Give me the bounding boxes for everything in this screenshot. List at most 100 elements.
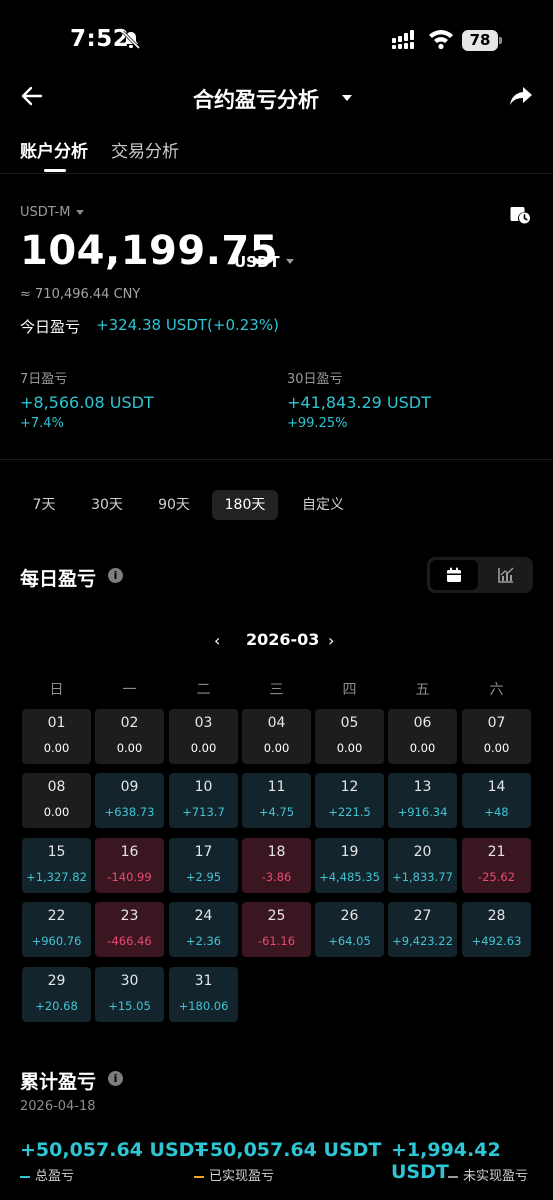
currency-selector[interactable]: USDT-M — [20, 205, 85, 220]
calendar-day-cell[interactable]: 23 -466.46 — [95, 902, 164, 957]
calendar-day-number: 22 — [47, 908, 66, 924]
pnl-30d-percent: +99.25% — [287, 416, 348, 431]
next-month-button[interactable]: › — [328, 631, 334, 650]
wifi-icon — [429, 30, 453, 50]
weekday-label: 三 — [269, 682, 284, 698]
calendar-day-cell[interactable]: 16 -140.99 — [95, 838, 164, 893]
calendar-day-cell[interactable]: 22 +960.76 — [22, 902, 91, 957]
calendar-day-number: 18 — [267, 844, 286, 860]
month-label: 2026-03 — [246, 630, 320, 649]
today-pnl-label: 今日盈亏 — [20, 318, 81, 336]
weekday-label: 一 — [122, 682, 137, 698]
calendar-day-cell[interactable]: 06 0.00 — [388, 709, 457, 764]
unrealized-pnl-legend-swatch — [448, 1175, 458, 1178]
calendar-day-cell[interactable]: 13 +916.34 — [388, 773, 457, 828]
calendar-day-number: 08 — [47, 779, 66, 795]
calendar-day-cell[interactable]: 31 +180.06 — [169, 967, 238, 1022]
chart-view-button[interactable] — [482, 560, 530, 590]
calendar-day-pnl: 0.00 — [43, 805, 70, 819]
calendar-day-cell[interactable]: 03 0.00 — [169, 709, 238, 764]
battery-tip — [499, 37, 502, 44]
calendar-day-cell[interactable]: 07 0.00 — [462, 709, 531, 764]
tab-trade-analysis[interactable]: 交易分析 — [111, 137, 179, 162]
view-toggle — [427, 557, 533, 593]
range-7d-button[interactable]: 7天 — [22, 490, 66, 520]
calendar-view-button[interactable] — [430, 560, 478, 590]
calendar-day-cell[interactable]: 11 +4.75 — [242, 773, 311, 828]
calendar-day-cell[interactable]: 28 +492.63 — [462, 902, 531, 957]
calendar-day-number: 04 — [267, 715, 286, 731]
unrealized-pnl-label: 未实现盈亏 — [463, 1169, 529, 1184]
calendar-day-cell[interactable]: 24 +2.36 — [169, 902, 238, 957]
calendar-day-cell[interactable]: 01 0.00 — [22, 709, 91, 764]
share-icon[interactable] — [509, 84, 533, 108]
calendar-day-cell[interactable]: 08 0.00 — [22, 773, 91, 828]
calendar-day-pnl: +20.68 — [35, 999, 78, 1013]
balance-unit-selector[interactable]: USDT — [234, 253, 280, 271]
calendar-day-number: 12 — [340, 779, 359, 795]
pnl-30d-label: 30日盈亏 — [287, 372, 343, 387]
calendar-day-cell[interactable]: 12 +221.5 — [315, 773, 384, 828]
pnl-7d-value: +8,566.08 USDT — [20, 393, 154, 412]
calendar-day-number: 19 — [340, 844, 359, 860]
balance-unit-caret-icon[interactable] — [286, 259, 294, 264]
range-30d-button[interactable]: 30天 — [80, 490, 134, 520]
calendar-day-cell[interactable]: 15 +1,327.82 — [22, 838, 91, 893]
calendar-icon — [447, 567, 461, 582]
calendar-day-pnl: 0.00 — [116, 741, 143, 755]
calendar-day-cell[interactable]: 19 +4,485.35 — [315, 838, 384, 893]
calendar-day-cell[interactable]: 18 -3.86 — [242, 838, 311, 893]
calendar-day-cell[interactable]: 25 -61.16 — [242, 902, 311, 957]
title-dropdown-caret-icon[interactable] — [342, 95, 352, 101]
calendar-day-cell[interactable]: 05 0.00 — [315, 709, 384, 764]
calendar-day-cell[interactable]: 20 +1,833.77 — [388, 838, 457, 893]
tab-account-analysis[interactable]: 账户分析 — [20, 137, 88, 162]
calendar-day-cell[interactable]: 14 +48 — [462, 773, 531, 828]
battery-level: 78 — [462, 30, 498, 51]
calendar-day-pnl: +64.05 — [328, 934, 371, 948]
calendar-day-cell[interactable]: 09 +638.73 — [95, 773, 164, 828]
calendar-day-pnl: +713.7 — [182, 805, 225, 819]
calendar-day-pnl: 0.00 — [483, 741, 510, 755]
page-title[interactable]: 合约盈亏分析 — [193, 84, 319, 114]
calendar-day-cell[interactable]: 29 +20.68 — [22, 967, 91, 1022]
bar-chart-icon — [498, 567, 514, 583]
calendar-day-pnl: -466.46 — [107, 934, 152, 948]
currency-caret-icon — [76, 210, 85, 215]
calendar-day-pnl: 0.00 — [336, 741, 363, 755]
calendar-day-cell[interactable]: 30 +15.05 — [95, 967, 164, 1022]
calendar-day-number: 21 — [487, 844, 506, 860]
calendar-day-number: 07 — [487, 715, 506, 731]
active-tab-indicator — [44, 169, 66, 172]
currency-label: USDT-M — [20, 205, 71, 220]
calendar-day-pnl: 0.00 — [409, 741, 436, 755]
calendar-day-number: 30 — [120, 973, 139, 989]
calendar-day-pnl: +960.76 — [31, 934, 82, 948]
total-pnl-label: 总盈亏 — [35, 1169, 75, 1184]
calendar-day-number: 26 — [340, 908, 359, 924]
back-arrow-icon[interactable] — [20, 84, 44, 108]
calendar-day-number: 28 — [487, 908, 506, 924]
status-bar: 7:52 78 — [0, 0, 553, 80]
prev-month-button[interactable]: ‹ — [214, 631, 220, 650]
total-pnl-legend: 总盈亏 — [20, 1165, 74, 1184]
range-180d-button[interactable]: 180天 — [212, 490, 278, 520]
balance-cny-equivalent: ≈ 710,496.44 CNY — [20, 287, 141, 302]
calendar-day-cell[interactable]: 26 +64.05 — [315, 902, 384, 957]
range-custom-button[interactable]: 自定义 — [291, 490, 355, 520]
calendar-day-pnl: +180.06 — [178, 999, 229, 1013]
calendar-day-cell[interactable]: 02 0.00 — [95, 709, 164, 764]
calendar-day-pnl: +492.63 — [471, 934, 522, 948]
calendar-day-cell[interactable]: 21 -25.62 — [462, 838, 531, 893]
daily-pnl-title: 每日盈亏 — [20, 568, 97, 590]
calendar-day-number: 31 — [194, 973, 213, 989]
range-90d-button[interactable]: 90天 — [147, 490, 201, 520]
history-record-icon[interactable] — [509, 203, 531, 225]
calendar-day-pnl: +15.05 — [108, 999, 151, 1013]
calendar-day-cell[interactable]: 27 +9,423.22 — [388, 902, 457, 957]
daily-pnl-info-icon[interactable]: i — [108, 568, 123, 583]
calendar-day-cell[interactable]: 10 +713.7 — [169, 773, 238, 828]
calendar-day-cell[interactable]: 04 0.00 — [242, 709, 311, 764]
cumulative-pnl-info-icon[interactable]: i — [108, 1071, 123, 1086]
calendar-day-cell[interactable]: 17 +2.95 — [169, 838, 238, 893]
